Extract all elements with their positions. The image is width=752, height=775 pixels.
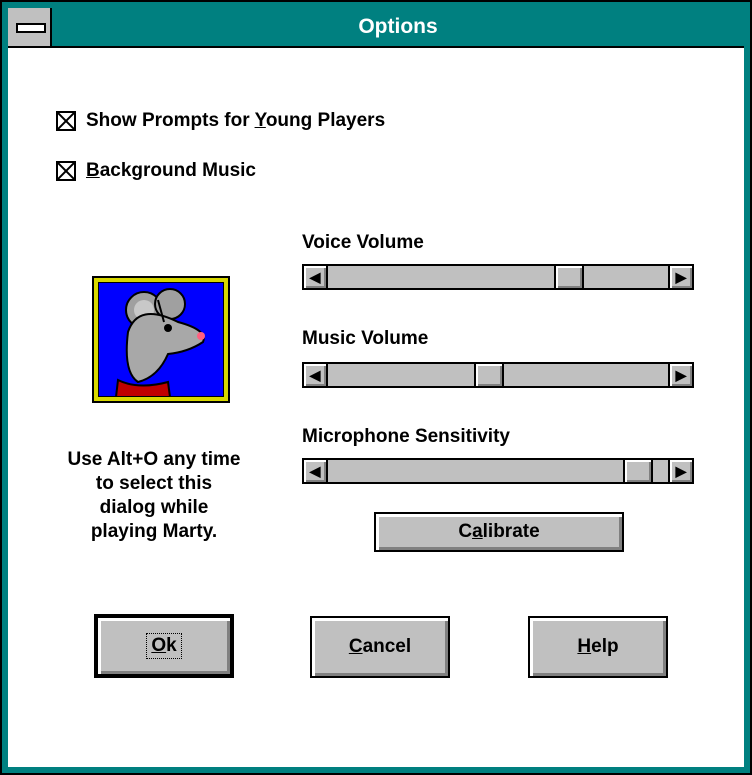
music-volume-label: Music Volume [302,328,429,349]
ok-button[interactable]: Ok [94,614,234,678]
dialog-body: Show Prompts for Young Players Backgroun… [8,48,744,767]
right-arrow-icon[interactable]: ▶ [668,364,692,386]
show-prompts-checkbox[interactable]: Show Prompts for Young Players [56,108,385,134]
calibrate-label-pre: C [458,521,473,542]
microphone-sensitivity-thumb[interactable] [622,460,653,482]
left-arrow-icon[interactable]: ◀ [304,266,328,288]
cancel-button[interactable]: Cancel [310,616,450,678]
system-menu-icon [16,23,46,33]
calibrate-button[interactable]: Ca librate [374,512,624,552]
help-button[interactable]: Help [528,616,668,678]
calibrate-label-post: librate [482,521,540,542]
left-arrow-icon[interactable]: ◀ [304,460,328,482]
voice-volume-thumb[interactable] [554,266,585,288]
calibrate-mnemonic: a [472,521,483,542]
system-menu-button[interactable] [8,8,52,46]
right-arrow-icon[interactable]: ▶ [668,266,692,288]
microphone-sensitivity-label: Microphone Sensitivity [302,426,510,447]
voice-volume-slider[interactable]: ◀ ▶ [302,264,694,290]
right-arrow-icon[interactable]: ▶ [668,460,692,482]
show-prompts-label: Show Prompts for Young Players [86,110,386,131]
mouse-character-icon [98,282,224,397]
ok-focus-rect: Ok [146,633,182,659]
checkbox-box-icon [56,111,76,131]
music-volume-thumb[interactable] [473,364,504,386]
shortcut-hint: Use Alt+O any time to select this dialog… [67,449,241,542]
background-music-checkbox[interactable]: Background Music [56,158,256,184]
help-label: Help [577,636,619,657]
left-arrow-icon[interactable]: ◀ [304,364,328,386]
window-title: Options [358,15,438,38]
background-music-label: Background Music [86,160,256,181]
title-bar[interactable]: Options [8,8,744,48]
cancel-label: Cancel [348,636,412,657]
microphone-sensitivity-slider[interactable]: ◀ ▶ [302,458,694,484]
options-dialog: Options Show Prompts for Young Players B… [0,0,752,775]
music-volume-slider[interactable]: ◀ ▶ [302,362,694,388]
checkbox-box-icon [56,161,76,181]
mouse-character-image [92,276,230,403]
voice-volume-label: Voice Volume [302,232,424,253]
